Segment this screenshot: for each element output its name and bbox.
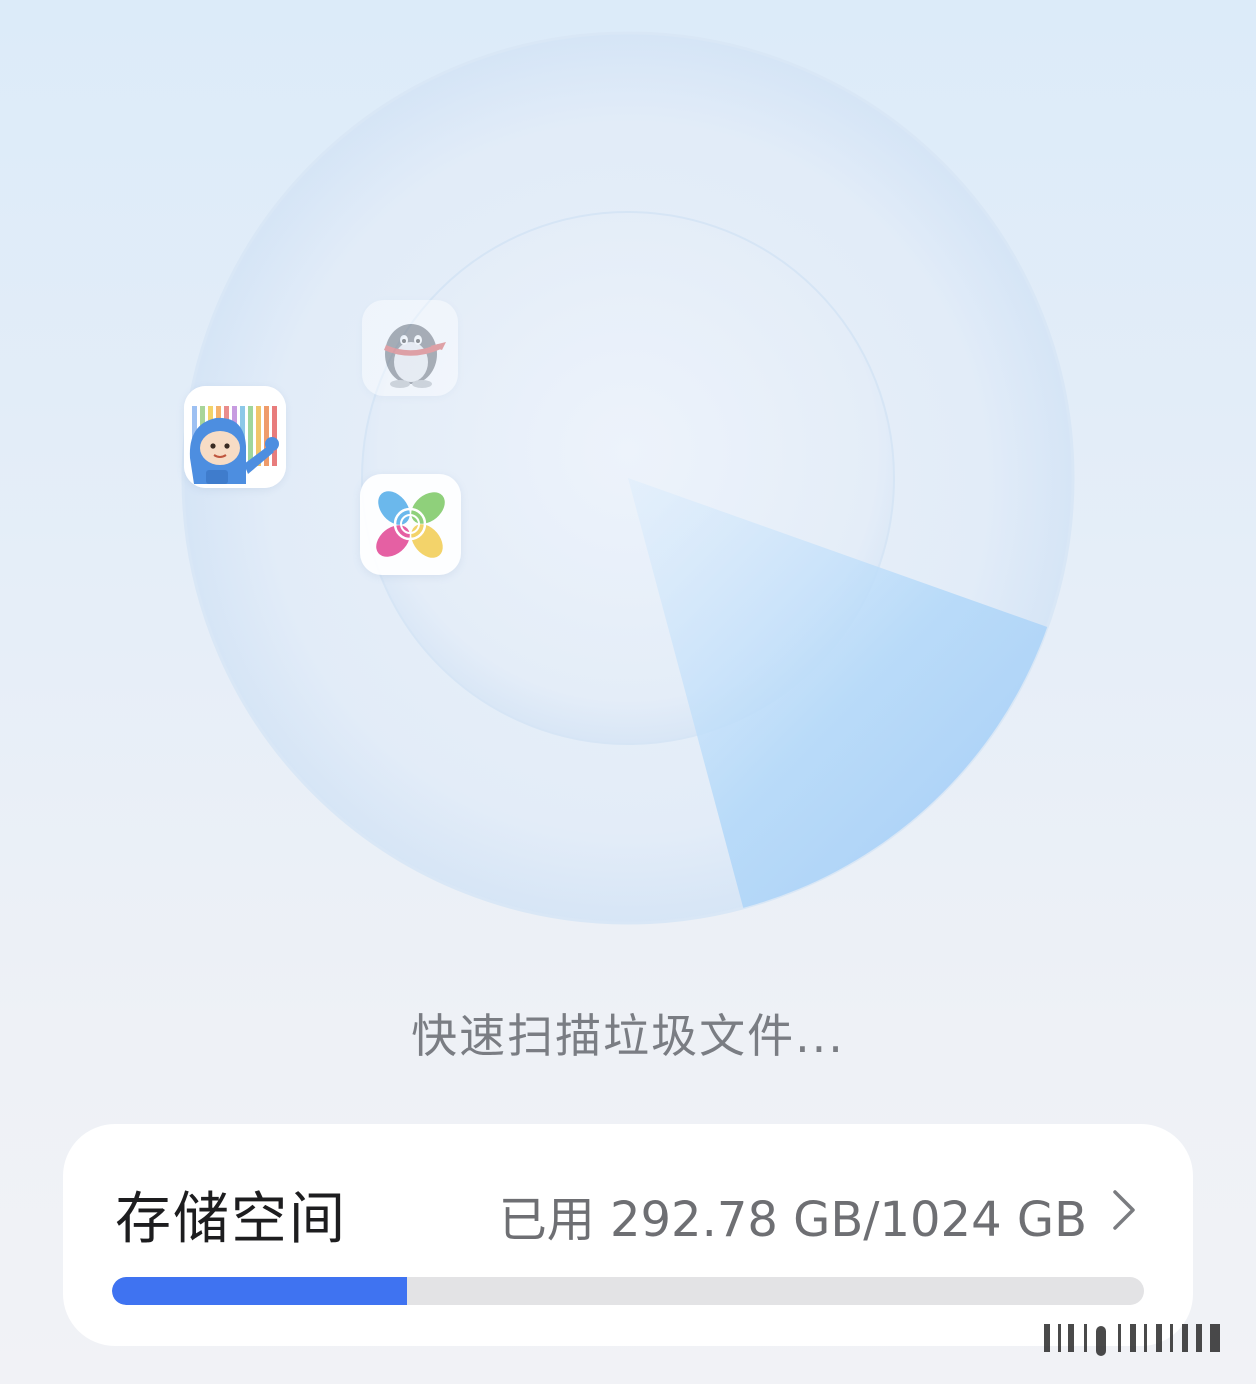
storage-progress-fill <box>112 1277 408 1305</box>
chevron-right-icon[interactable] <box>1109 1188 1139 1232</box>
storage-title: 存储空间 <box>115 1187 347 1252</box>
scan-animation-area <box>0 0 1256 960</box>
mascot-barcode-icon <box>184 386 286 488</box>
storage-progress-bar <box>112 1277 1144 1305</box>
scan-status-text: 快速扫描垃圾文件... <box>411 1009 845 1063</box>
storage-usage-text: 已用 292.78 GB/1024 GB <box>498 1192 1087 1248</box>
clover-icon <box>360 474 461 575</box>
qq-penguin-icon <box>362 300 458 396</box>
storage-card[interactable]: 存储空间 已用 292.78 GB/1024 GB <box>63 1124 1193 1346</box>
watermark-barcode-icon <box>1044 1324 1220 1356</box>
